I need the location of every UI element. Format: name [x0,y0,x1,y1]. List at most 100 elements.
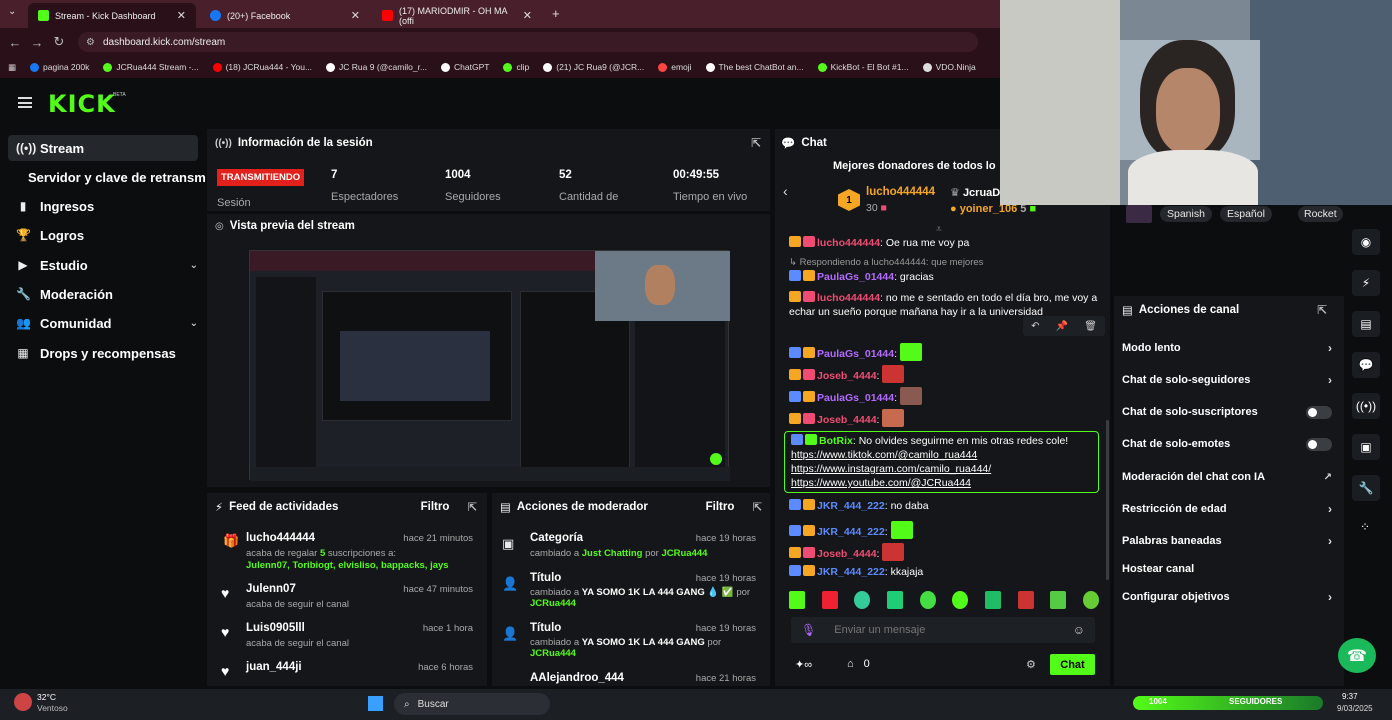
expand-icon[interactable]: ⇱ [467,500,477,514]
emote-icon[interactable] [1050,591,1067,609]
toggle-switch[interactable] [1306,437,1332,451]
chevron-right-icon[interactable]: › [1328,341,1332,355]
broadcast-icon[interactable]: ((•)) [1352,393,1380,419]
tag-chip[interactable]: Español [1220,206,1272,222]
chat-link[interactable]: https://www.tiktok.com/@camilo_rua444 [791,448,1092,462]
emote-icon[interactable] [952,591,969,609]
chat-message-field[interactable] [834,624,1055,636]
chat-message[interactable]: PaulaGs_01444: [789,387,1099,405]
chat-username[interactable]: Joseb_4444 [817,414,877,426]
channel-action-6[interactable]: Restricción de edad › [1122,499,1332,519]
chat-username[interactable]: JKR_444_222 [817,500,885,512]
channel-action-1[interactable]: Modo lento › [1122,338,1332,358]
chat-username[interactable]: PaulaGs_01444 [817,348,894,360]
bookmark-item[interactable]: clip [503,62,529,72]
chat-username[interactable]: JKR_444_222 [817,526,885,538]
sidebar-item-estudio[interactable]: ▶ Estudio ⌄ [8,252,198,278]
url-field[interactable]: ⚙ dashboard.kick.com/stream [78,32,978,52]
emote-icon[interactable] [821,591,838,609]
close-icon[interactable]: ✕ [177,9,186,22]
chat-username[interactable]: Joseb_4444 [817,370,877,382]
bookmark-item[interactable]: ChatGPT [441,62,489,72]
user-settings-icon[interactable]: ▣ [1352,434,1380,460]
toggle-switch[interactable] [1306,405,1332,419]
mod-filter-button[interactable]: Filtro [706,501,735,513]
emoji-icon[interactable]: ☺ [1073,623,1085,637]
pin-icon[interactable]: 📌 [1056,321,1068,332]
chat-username[interactable]: lucho444444 [817,292,880,304]
weather-icon[interactable] [14,693,32,711]
chevron-right-icon[interactable]: › [1328,373,1332,387]
channel-action-2[interactable]: Chat de solo-seguidores › [1122,370,1332,390]
sidebar-item-servidor[interactable]: Servidor y clave de retransm [8,164,208,190]
chat-message[interactable]: BotRix: No olvides seguirme en mis otras… [784,431,1099,493]
emote-icon[interactable] [984,591,1001,609]
dots-icon[interactable]: ⁘ [1360,520,1370,534]
chat-message[interactable]: lucho444444: Oe rua me voy pa [789,236,1099,250]
close-icon[interactable]: ✕ [351,9,360,22]
emote-icon[interactable] [886,591,903,609]
chevron-right-icon[interactable]: › [1328,590,1332,604]
lightning-icon[interactable]: ⚡ [1352,270,1380,296]
chat-username[interactable]: BotRix [819,435,853,447]
emote-icon[interactable] [854,591,871,609]
channel-action-9[interactable]: Configurar objetivos › [1122,587,1332,607]
new-tab-icon[interactable]: + [552,6,560,21]
bookmark-item[interactable]: (18) JCRua444 - You... [212,62,312,72]
taskbar-search[interactable]: ⌕ Buscar [394,693,550,715]
chat-username[interactable]: Joseb_4444 [817,548,877,560]
sidebar-item-logros[interactable]: 🏆 Logros [8,222,198,248]
bookmark-item[interactable]: JC Rua 9 (@camilo_r... [326,62,427,72]
infinity-icon[interactable]: ✦∞ [795,658,812,671]
gear-icon[interactable]: ⚙ [1026,658,1036,671]
chat-message[interactable]: JKR_444_222: [789,521,1099,539]
bookmark-item[interactable]: The best ChatBot an... [705,62,804,72]
stream-preview-video[interactable] [249,250,730,481]
channel-action-7[interactable]: Palabras baneadas › [1122,531,1332,551]
chat-message[interactable]: Joseb_4444: [789,543,1099,561]
expand-icon[interactable]: ⇱ [1317,303,1327,317]
chat-message[interactable]: Joseb_4444: [789,365,1099,383]
bookmark-item[interactable]: (21) JC Rua9 (@JCR... [543,62,644,72]
chat-message[interactable]: Joseb_4444: [789,409,1099,427]
sidebar-item-comunidad[interactable]: 👥 Comunidad ⌄ [8,310,198,336]
tag-chip[interactable]: Rocket [1298,206,1343,222]
bookmark-item[interactable]: emoji [658,62,692,72]
forward-icon[interactable]: → [26,35,48,50]
chevron-right-icon[interactable]: › [1328,534,1332,548]
emote-icon[interactable] [919,591,936,609]
expand-icon[interactable]: ⇱ [751,136,761,150]
emote-icon[interactable] [1017,591,1034,609]
chat-message[interactable]: lucho444444: no me e sentado en todo el … [789,291,1099,319]
sidebar-item-moderación[interactable]: 🔧 Moderación [8,281,198,307]
document-icon[interactable]: ▤ [1352,311,1380,337]
chat-username[interactable]: lucho444444 [817,237,880,249]
chat-username[interactable]: PaulaGs_01444 [817,271,894,283]
chat-input[interactable]: 🎙 ☺ [791,617,1095,643]
channel-action-5[interactable]: Moderación del chat con IA ↗ [1122,467,1332,487]
channel-action-8[interactable]: Hostear canal [1122,559,1332,579]
reply-icon[interactable]: ↶ [1031,321,1039,332]
emote-icon[interactable] [1082,591,1099,609]
sidebar-item-drops[interactable]: ▦ Drops y recompensas [8,340,198,366]
tab-kick[interactable]: Stream - Kick Dashboard ✕ [28,3,196,28]
tab-youtube[interactable]: (17) MARIODMIR - OH MA (offi ✕ [372,3,542,28]
expand-icon[interactable]: ⇱ [752,500,762,514]
bookmark-item[interactable]: pagina 200k [30,62,89,72]
emote-icon[interactable] [789,591,805,609]
external-link-icon[interactable]: ↗ [1324,472,1332,483]
support-headset-icon[interactable]: ☎ [1338,638,1376,673]
bookmark-item[interactable]: VDO.Ninja [922,62,976,72]
chevron-down-icon[interactable]: ⌄ [190,318,198,329]
chat-bubble-icon[interactable]: 💬 [1352,352,1380,378]
kick-logo[interactable]: KICK [48,90,116,118]
chat-message[interactable]: PaulaGs_01444: gracias [789,270,1099,284]
reload-icon[interactable]: ↻ [48,34,70,50]
trash-icon[interactable]: 🗑 [1084,321,1097,332]
sidebar-item-ingresos[interactable]: ▮ Ingresos [8,193,198,219]
send-chat-button[interactable]: Chat [1050,654,1095,675]
microphone-icon[interactable]: 🎙 [801,623,816,637]
chevron-left-icon[interactable]: ‹ [783,183,788,199]
chevron-right-icon[interactable]: › [1328,502,1332,516]
activity-filter-button[interactable]: Filtro [421,501,450,513]
